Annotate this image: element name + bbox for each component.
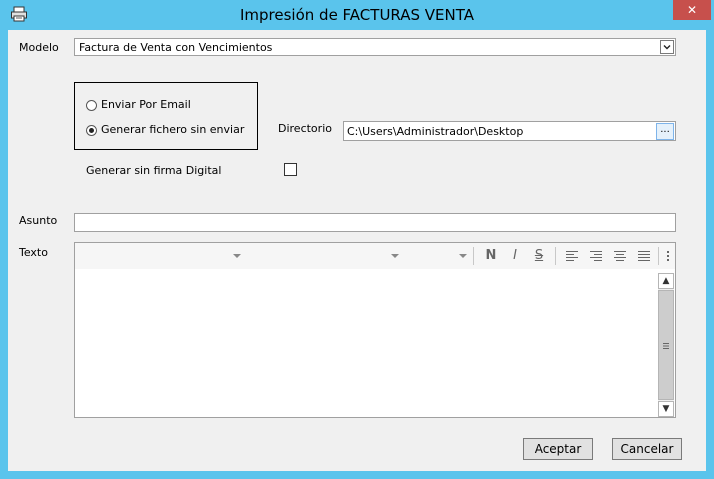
browse-button[interactable]: ...: [656, 123, 674, 140]
firma-label: Generar sin firma Digital: [86, 164, 222, 177]
close-button[interactable]: ✕: [673, 0, 711, 20]
italic-button[interactable]: I: [507, 248, 523, 264]
font-size-combo[interactable]: [405, 247, 469, 265]
scroll-down-icon[interactable]: ▼: [658, 401, 674, 417]
align-left-icon[interactable]: [564, 248, 580, 264]
generate-option-label: Generar fichero sin enviar: [101, 123, 245, 136]
font-family-combo[interactable]: [79, 247, 243, 265]
grip-icon: [663, 343, 669, 349]
dialog-body: Modelo Factura de Venta con Vencimientos…: [8, 30, 706, 471]
window-title: Impresión de FACTURAS VENTA: [239, 6, 475, 24]
directorio-value: C:\Users\Administrador\Desktop: [347, 125, 524, 138]
combo-arrow-icon: [391, 254, 399, 258]
firma-checkbox[interactable]: [284, 163, 297, 176]
cancel-button[interactable]: Cancelar: [612, 438, 682, 460]
chevron-down-icon: [663, 45, 671, 50]
asunto-label: Asunto: [19, 214, 58, 227]
scroll-up-icon[interactable]: ▲: [658, 273, 674, 289]
rich-text-editor[interactable]: N I S ▲ ▼: [74, 242, 676, 418]
strikethrough-button[interactable]: S: [531, 248, 547, 264]
toolbar-separator: [555, 247, 556, 265]
title-bar[interactable]: Impresión de FACTURAS VENTA ✕: [0, 0, 714, 30]
email-radio[interactable]: [86, 100, 97, 111]
editor-toolbar: N I S: [75, 243, 675, 269]
align-center-icon[interactable]: [612, 248, 628, 264]
directorio-label: Directorio: [278, 122, 332, 135]
modelo-label: Modelo: [19, 41, 59, 54]
editor-scrollbar[interactable]: ▲ ▼: [658, 273, 674, 417]
modelo-value: Factura de Venta con Vencimientos: [79, 41, 273, 54]
combo-arrow-icon: [459, 254, 467, 258]
combo-arrow-icon: [233, 254, 241, 258]
accept-button[interactable]: Aceptar: [523, 438, 593, 460]
asunto-input[interactable]: [74, 213, 676, 232]
more-icon[interactable]: [664, 248, 672, 264]
texto-label: Texto: [19, 246, 48, 259]
generate-file-radio[interactable]: [86, 125, 97, 136]
bold-button[interactable]: N: [483, 248, 499, 264]
send-options-group: Enviar Por Email Generar fichero sin env…: [74, 82, 258, 150]
toolbar-separator: [473, 247, 474, 265]
dropdown-button[interactable]: [660, 40, 674, 54]
close-icon: ✕: [686, 3, 698, 17]
toolbar-separator: [658, 247, 659, 265]
dialog-window: Impresión de FACTURAS VENTA ✕ Modelo Fac…: [0, 0, 714, 479]
justify-icon[interactable]: [636, 248, 652, 264]
email-option-label: Enviar Por Email: [101, 98, 191, 111]
modelo-select[interactable]: Factura de Venta con Vencimientos: [74, 38, 676, 56]
directorio-input[interactable]: C:\Users\Administrador\Desktop ...: [343, 121, 676, 141]
radio-dot: [89, 128, 94, 133]
align-right-icon[interactable]: [588, 248, 604, 264]
scrollbar-thumb[interactable]: [658, 290, 674, 400]
font-style-combo[interactable]: [245, 247, 401, 265]
